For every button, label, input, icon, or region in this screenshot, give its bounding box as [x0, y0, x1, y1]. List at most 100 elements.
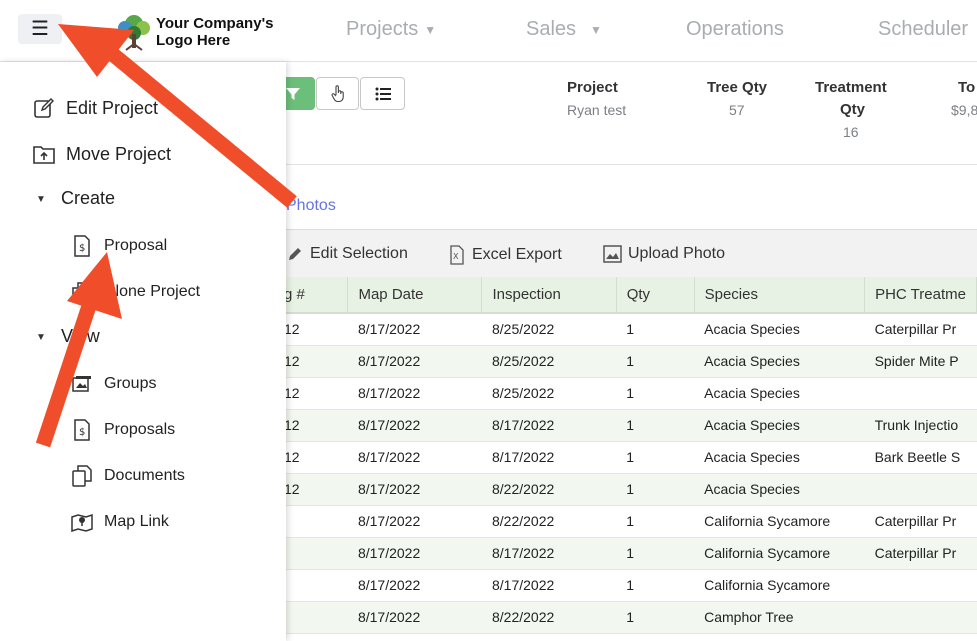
- upload-photo-label: Upload Photo: [628, 245, 725, 262]
- move-project-label: Move Project: [66, 143, 172, 164]
- top-navbar: ☰ Your Company's Logo Here Projects ▼ Sal…: [0, 0, 977, 62]
- clone-icon: [70, 280, 94, 304]
- cell-qty: 1: [616, 473, 695, 506]
- sidebar-item-proposals[interactable]: $ Proposals: [70, 418, 175, 442]
- sidebar-item-move-project[interactable]: Move Project: [32, 142, 171, 166]
- table-header-row: g # Map Date Inspection Qty Species PHC …: [250, 277, 977, 314]
- nav-operations[interactable]: Operations: [686, 18, 784, 41]
- list-view-button[interactable]: [360, 77, 405, 110]
- sidebar-item-proposal[interactable]: $ Proposal: [70, 234, 167, 258]
- sidebar-item-clone-project[interactable]: Clone Project: [70, 280, 200, 304]
- sidebar-item-map-link[interactable]: Map Link: [70, 510, 169, 534]
- filter-icon: [285, 87, 300, 100]
- excel-export-label: Excel Export: [472, 246, 562, 263]
- cell-map-date: 8/17/2022: [347, 569, 482, 602]
- table-row[interactable]: 12 8/17/2022 8/25/2022 1 Acacia Species: [250, 377, 977, 410]
- nav-sales[interactable]: Sales ▼: [526, 18, 602, 41]
- nav-operations-label: Operations: [686, 18, 784, 40]
- cell-species: Acacia Species: [694, 441, 865, 474]
- cell-inspection: 8/25/2022: [481, 377, 617, 410]
- caret-down-icon: ▼: [590, 22, 602, 37]
- folder-upload-icon: [32, 142, 56, 166]
- dollar-document-icon: $: [70, 234, 94, 258]
- sidebar-section-view[interactable]: View: [61, 326, 100, 347]
- hamburger-menu-button[interactable]: ☰: [18, 14, 62, 44]
- cell-inspection: 8/17/2022: [481, 537, 617, 570]
- tab-photos[interactable]: Photos: [286, 197, 336, 215]
- caret-down-icon[interactable]: ▼: [36, 194, 46, 205]
- nav-projects-label: Projects: [346, 18, 419, 40]
- table-row[interactable]: 12 8/17/2022 8/25/2022 1 Acacia Species Spide…: [250, 345, 977, 378]
- cell-phc-treatment: Caterpillar Pr: [864, 537, 977, 570]
- cell-map-date: 8/17/2022: [347, 345, 482, 378]
- svg-text:X: X: [453, 252, 459, 261]
- table-row[interactable]: 12 8/17/2022 8/25/2022 1 Acacia Species Cater…: [250, 313, 977, 346]
- total-value: $9,8: [951, 102, 977, 118]
- col-species[interactable]: Species: [694, 277, 866, 314]
- table-row[interactable]: 8/17/2022 8/22/2022 1 Camphor Tree: [250, 601, 977, 634]
- cell-species: Acacia Species: [694, 377, 865, 410]
- excel-export-button[interactable]: X Excel Export: [448, 245, 562, 265]
- table-row[interactable]: 8/17/2022 8/17/2022 1 California Sycamore: [250, 569, 977, 602]
- total-label: To: [958, 79, 976, 96]
- cell-phc-treatment: [864, 473, 977, 506]
- logo-line-2: Logo Here: [156, 32, 231, 49]
- tree-qty-label: Tree Qty: [707, 79, 768, 96]
- cell-inspection: 8/25/2022: [481, 313, 617, 346]
- col-qty[interactable]: Qty: [616, 277, 695, 314]
- table-row[interactable]: 12 8/17/2022 8/17/2022 1 Acacia Species Trunk…: [250, 409, 977, 442]
- cell-phc-treatment: [864, 569, 977, 602]
- nav-scheduler[interactable]: Scheduler: [878, 18, 968, 41]
- edit-project-label: Edit Project: [66, 97, 159, 118]
- dollar-document-icon: $: [70, 418, 94, 442]
- cell-species: Acacia Species: [694, 409, 865, 442]
- cell-inspection: 8/17/2022: [481, 441, 617, 474]
- col-inspection[interactable]: Inspection: [481, 277, 617, 314]
- treatment-qty-label-1: Treatment: [815, 79, 887, 96]
- tree-qty-value: 57: [729, 102, 745, 118]
- table-row[interactable]: 12 8/17/2022 8/22/2022 1 Acacia Species: [250, 473, 977, 506]
- cell-phc-treatment: [864, 601, 977, 634]
- cell-inspection: 8/17/2022: [481, 409, 617, 442]
- col-phc-treatment[interactable]: PHC Treatme: [864, 277, 977, 314]
- caret-down-icon[interactable]: ▼: [36, 332, 46, 343]
- pencil-icon: [289, 248, 301, 260]
- sidebar-section-create[interactable]: Create: [61, 188, 115, 209]
- cell-map-date: 8/17/2022: [347, 441, 482, 474]
- sidebar-item-edit-project[interactable]: Edit Project: [32, 96, 158, 120]
- sidebar-item-groups[interactable]: Groups: [70, 372, 156, 396]
- svg-text:$: $: [79, 243, 85, 254]
- treatment-qty-label-2: Qty: [840, 101, 866, 118]
- edit-selection-button[interactable]: Edit Selection: [286, 245, 408, 263]
- cell-inspection: 8/25/2022: [481, 345, 617, 378]
- cell-map-date: 8/17/2022: [347, 601, 482, 634]
- logo-line-1: Your Company's: [156, 15, 274, 32]
- table-row[interactable]: 8/17/2022 8/22/2022 1 California Sycamore Ca…: [250, 505, 977, 538]
- sidebar-item-documents[interactable]: Documents: [70, 464, 185, 488]
- logo-text: Your Company's Logo Here: [156, 15, 273, 49]
- caret-down-icon: ▼: [424, 22, 437, 37]
- table-row[interactable]: 12 8/17/2022 8/17/2022 1 Acacia Species Bark …: [250, 441, 977, 474]
- cell-species: Camphor Tree: [694, 601, 865, 634]
- company-logo[interactable]: Your Company's Logo Here: [116, 12, 273, 52]
- cell-species: Acacia Species: [694, 473, 865, 506]
- select-mode-button[interactable]: [316, 77, 359, 110]
- table-row[interactable]: 8/17/2022 8/17/2022 1 California Sycamore Ca…: [250, 537, 977, 570]
- cell-phc-treatment: Spider Mite P: [864, 345, 977, 378]
- cell-qty: 1: [616, 601, 695, 634]
- image-icon: [603, 245, 622, 263]
- col-map-date[interactable]: Map Date: [347, 277, 483, 314]
- treatment-qty-value: 16: [843, 124, 859, 140]
- nav-projects[interactable]: Projects ▼: [346, 18, 436, 41]
- image-gallery-icon: [70, 372, 94, 396]
- project-value: Ryan test: [567, 102, 627, 118]
- map-pin-icon: [70, 510, 94, 534]
- nav-sales-label: Sales: [526, 18, 577, 40]
- cell-phc-treatment: Caterpillar Pr: [864, 505, 977, 538]
- cell-qty: 1: [616, 345, 695, 378]
- clone-project-label: Clone Project: [104, 283, 201, 300]
- pointer-hand-icon: [330, 84, 344, 102]
- list-icon: [375, 87, 391, 100]
- upload-photo-button[interactable]: Upload Photo: [603, 245, 725, 263]
- cell-qty: 1: [616, 537, 695, 570]
